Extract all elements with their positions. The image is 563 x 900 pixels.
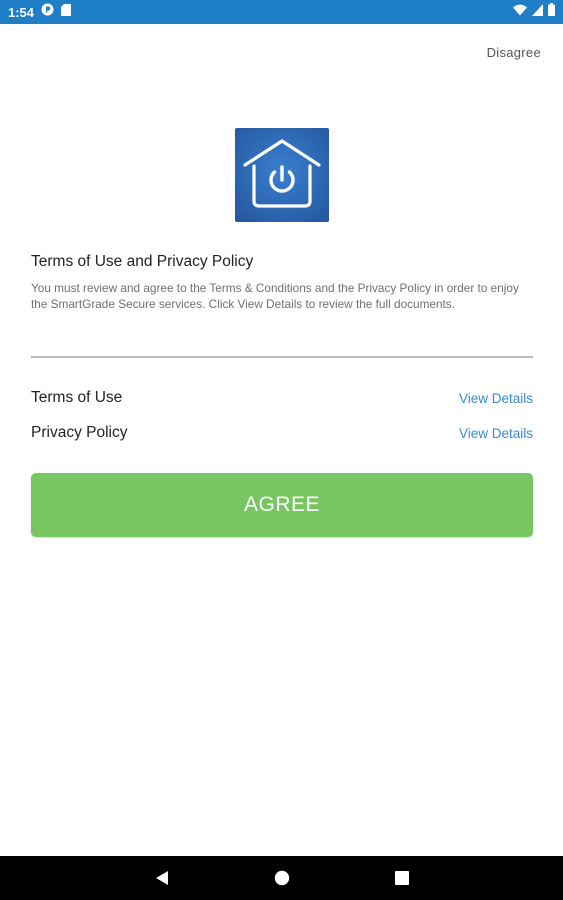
status-time: 1:54 xyxy=(8,4,35,20)
battery-icon xyxy=(548,3,555,21)
status-left: 1:54 xyxy=(8,3,72,21)
pocket-casts-icon xyxy=(41,3,54,21)
smart-home-power-icon xyxy=(235,128,329,222)
privacy-policy-view-details-link[interactable]: View Details xyxy=(459,426,533,441)
terms-of-use-label: Terms of Use xyxy=(31,389,123,406)
wifi-icon xyxy=(513,3,527,21)
terms-description: You must review and agree to the Terms &… xyxy=(31,281,519,311)
privacy-policy-label: Privacy Policy xyxy=(31,424,128,441)
disagree-button[interactable]: Disagree xyxy=(487,45,541,60)
signal-icon xyxy=(532,3,543,21)
terms-of-use-row: Terms of Use View Details xyxy=(31,386,533,410)
home-icon[interactable] xyxy=(260,856,304,900)
status-right xyxy=(513,3,555,21)
terms-of-use-view-details-link[interactable]: View Details xyxy=(459,391,533,406)
status-bar: 1:54 xyxy=(0,0,563,24)
privacy-policy-row: Privacy Policy View Details xyxy=(31,421,533,445)
agree-button[interactable]: AGREE xyxy=(31,473,533,537)
divider xyxy=(31,356,533,358)
app-logo xyxy=(235,128,329,222)
recents-icon[interactable] xyxy=(380,856,424,900)
back-icon[interactable] xyxy=(140,856,184,900)
navigation-bar xyxy=(0,856,563,900)
sd-card-icon xyxy=(61,3,72,21)
page-title: Terms of Use and Privacy Policy xyxy=(31,253,254,270)
